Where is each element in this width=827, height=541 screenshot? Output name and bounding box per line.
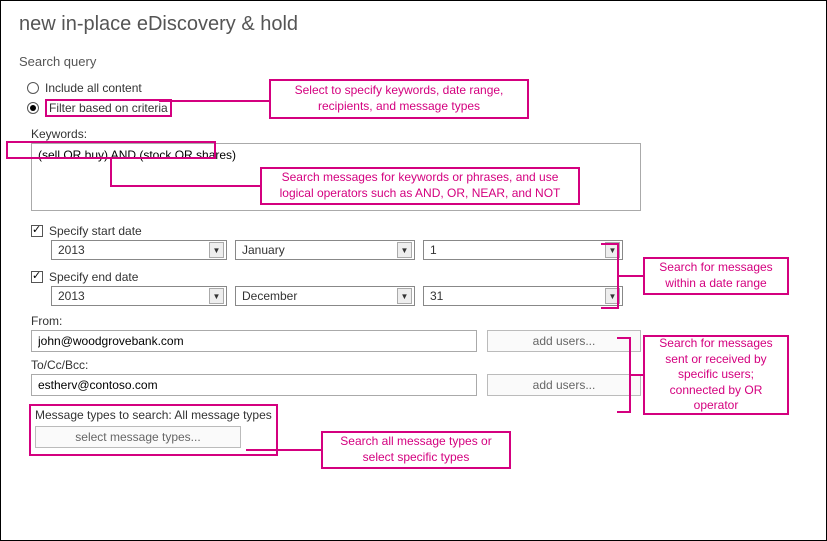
select-value: January	[242, 243, 285, 257]
checkbox-icon	[31, 225, 43, 237]
chevron-down-icon: ▼	[209, 288, 224, 304]
callout-keywords: Search messages for keywords or phrases,…	[260, 167, 580, 205]
checkbox-label: Specify start date	[49, 224, 142, 238]
section-title: Search query	[1, 36, 826, 73]
from-input[interactable]	[31, 330, 477, 352]
from-label: From:	[31, 314, 826, 328]
radio-icon	[27, 82, 39, 94]
start-month-select[interactable]: January ▼	[235, 240, 415, 260]
end-month-select[interactable]: December ▼	[235, 286, 415, 306]
start-year-select[interactable]: 2013 ▼	[51, 240, 227, 260]
keywords-label: Keywords:	[31, 127, 826, 141]
callout-date-range: Search for messages within a date range	[643, 257, 789, 295]
radio-label-highlighted: Filter based on criteria	[45, 99, 172, 117]
chevron-down-icon: ▼	[397, 242, 412, 258]
callout-message-types: Search all message types or select speci…	[321, 431, 511, 469]
select-message-types-button[interactable]: select message types...	[35, 426, 241, 448]
page-title: new in-place eDiscovery & hold	[1, 1, 826, 36]
message-types-label: Message types to search: All message typ…	[35, 408, 272, 422]
select-value: 1	[430, 243, 437, 257]
end-year-select[interactable]: 2013 ▼	[51, 286, 227, 306]
select-value: December	[242, 289, 297, 303]
select-value: 31	[430, 289, 443, 303]
start-day-select[interactable]: 1 ▼	[423, 240, 623, 260]
message-types-section: Message types to search: All message typ…	[29, 404, 278, 456]
checkbox-label: Specify end date	[49, 270, 138, 284]
callout-users: Search for messages sent or received by …	[643, 335, 789, 415]
chevron-down-icon: ▼	[209, 242, 224, 258]
callout-filter: Select to specify keywords, date range, …	[269, 79, 529, 119]
specify-start-date[interactable]: Specify start date	[31, 224, 826, 238]
date-bracket	[601, 243, 619, 309]
radio-label: Include all content	[45, 81, 142, 95]
select-value: 2013	[58, 243, 85, 257]
users-bracket	[617, 337, 631, 413]
to-input[interactable]	[31, 374, 477, 396]
radio-icon	[27, 102, 39, 114]
chevron-down-icon: ▼	[397, 288, 412, 304]
end-day-select[interactable]: 31 ▼	[423, 286, 623, 306]
checkbox-icon	[31, 271, 43, 283]
select-value: 2013	[58, 289, 85, 303]
